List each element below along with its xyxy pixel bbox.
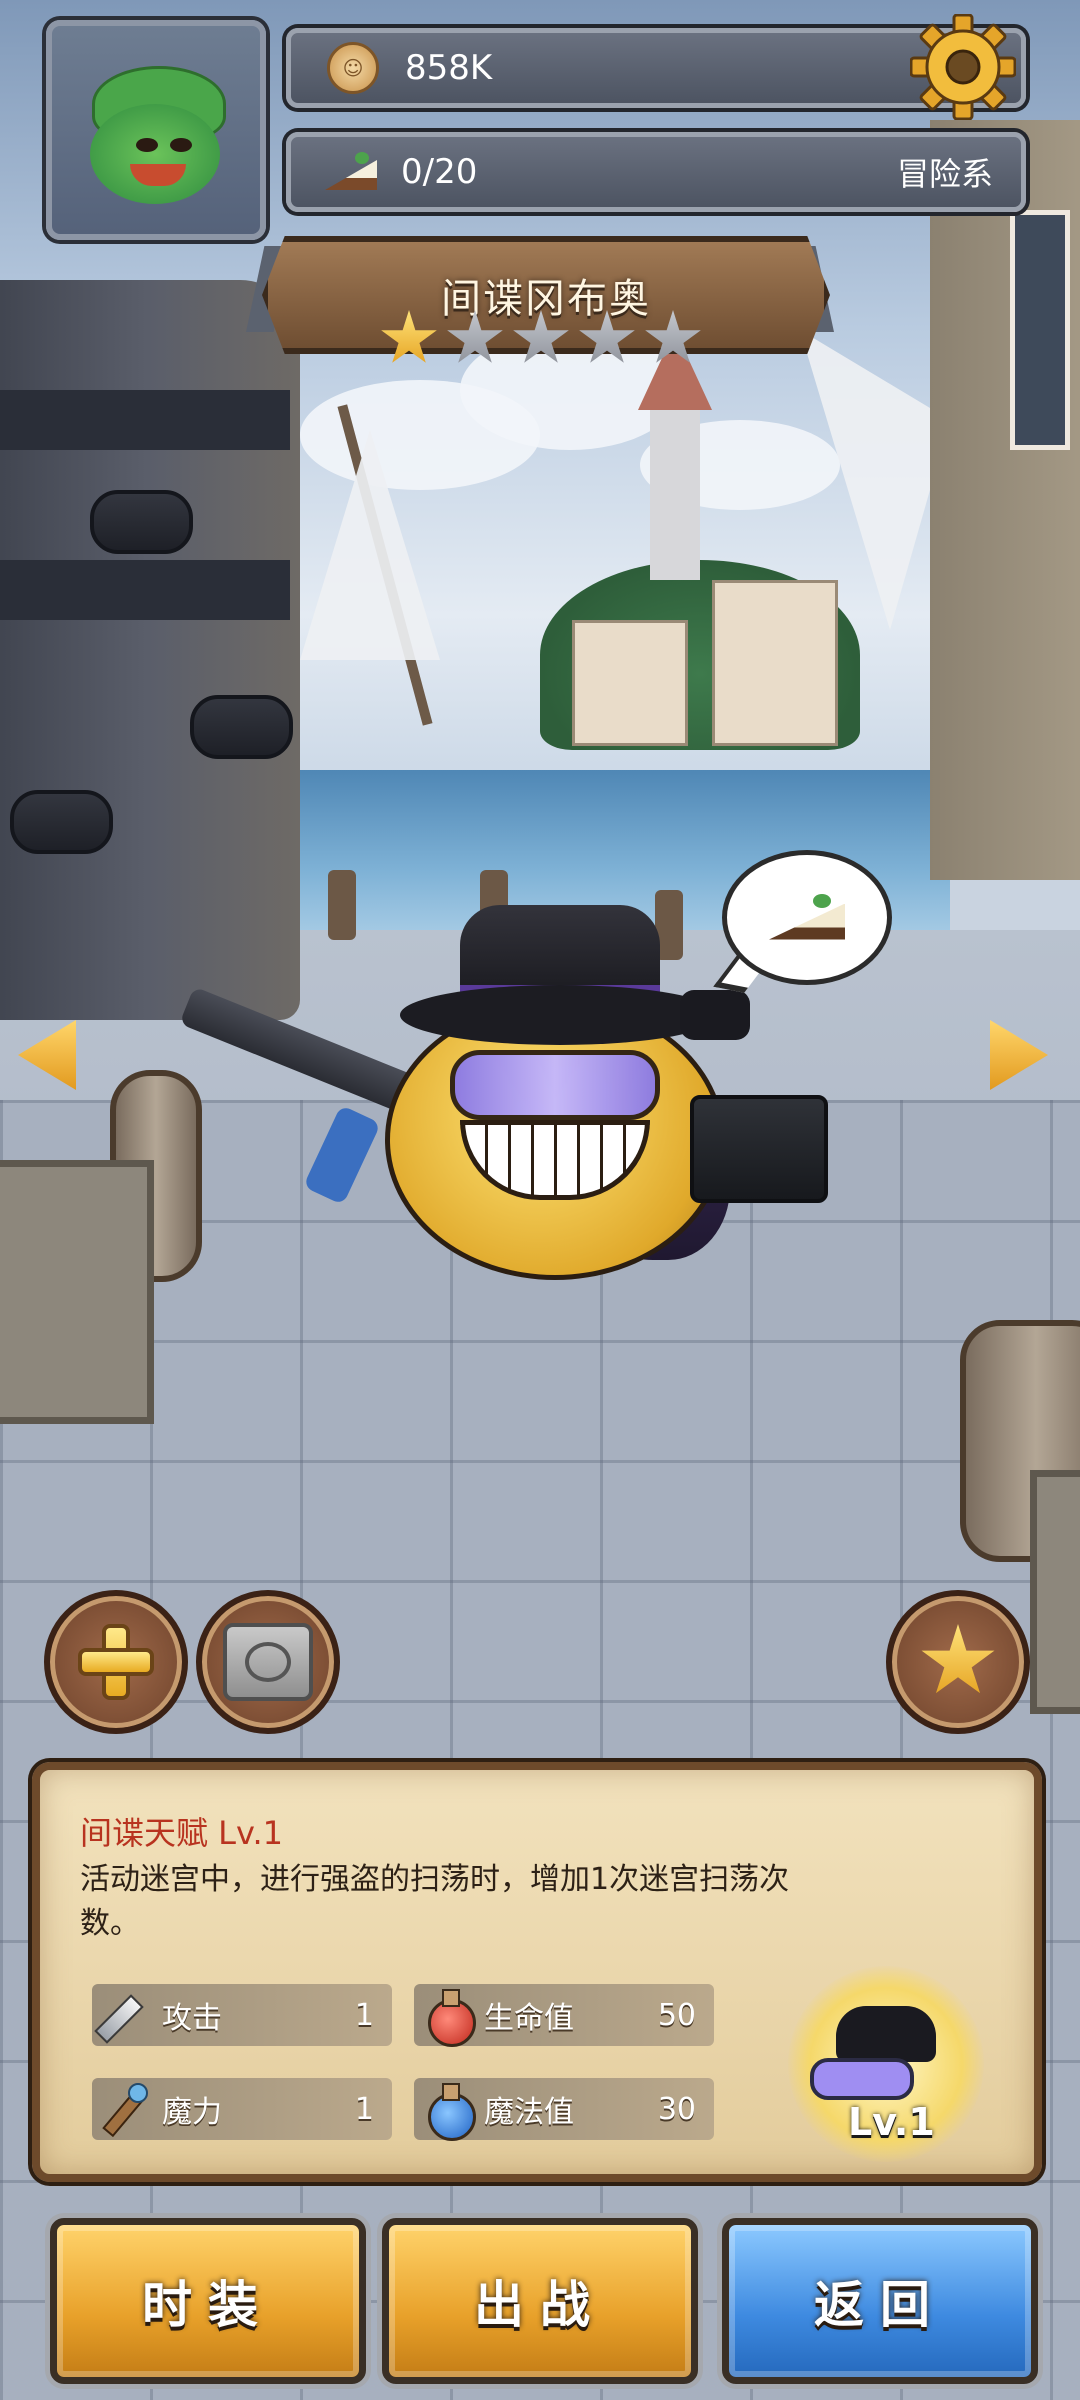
ship-band — [0, 560, 290, 620]
cannon — [190, 695, 293, 759]
goggles — [450, 1050, 660, 1120]
star-empty-icon — [447, 310, 503, 363]
stat-label: 魔力 — [162, 2095, 222, 2130]
talent-description: 活动迷宫中，进行强盗的扫荡时，增加1次迷宫扫荡次数。 — [80, 1862, 790, 1941]
stat-hp: 生命值 50 — [414, 1984, 714, 2047]
star-icon — [921, 1624, 995, 1694]
window — [1010, 210, 1070, 450]
stat-label: 生命值 — [484, 2001, 574, 2036]
tower — [650, 400, 700, 580]
night-vision-device — [680, 990, 750, 1040]
skill-level: Lv.1 — [848, 2100, 935, 2144]
back-button-label: 返回 — [814, 2276, 946, 2334]
coin-icon: ☺ — [327, 42, 379, 94]
stat-value: 30 — [657, 2091, 696, 2127]
stat-value: 1 — [354, 1997, 374, 2033]
costume-button[interactable]: 时装 — [50, 2218, 366, 2384]
cannon — [10, 790, 113, 854]
hat-icon — [836, 2006, 936, 2062]
category-label: 冒险系 — [896, 155, 993, 193]
eye — [170, 138, 192, 152]
briefcase — [690, 1095, 828, 1203]
deploy-button[interactable]: 出战 — [382, 2218, 698, 2384]
star-empty-icon — [645, 310, 701, 363]
stat-value: 1 — [354, 2091, 374, 2127]
crate — [0, 1160, 154, 1424]
cake-icon — [769, 893, 845, 942]
game-screen: ☺ 858K 0/20 冒险系 间谍冈布奥 间谍天赋 Lv.1 活动迷宫中，进行… — [0, 0, 1080, 2400]
stat-label: 魔法值 — [484, 2095, 574, 2130]
stat-attack: 攻击 1 — [92, 1984, 392, 2046]
eye — [136, 138, 158, 152]
mold-icon — [223, 1623, 313, 1701]
sprout-character — [90, 104, 220, 204]
hat-brim — [400, 985, 720, 1045]
talent-skill-icon[interactable]: Lv.1 — [788, 1966, 984, 2162]
gear-icon[interactable] — [910, 14, 1016, 120]
back-button[interactable]: 返回 — [722, 2218, 1038, 2384]
coin-count: 858K — [405, 48, 493, 88]
talent-title: 间谍天赋 Lv.1 — [80, 1814, 283, 1852]
star-button[interactable] — [886, 1590, 1030, 1734]
player-avatar[interactable] — [46, 20, 266, 240]
star-empty-icon — [579, 310, 635, 363]
house — [712, 580, 838, 746]
cake-bar: 0/20 冒险系 — [286, 132, 1026, 212]
plus-icon — [78, 1624, 154, 1700]
goggles-icon — [810, 2058, 914, 2100]
cannon — [90, 490, 193, 554]
crate — [1030, 1470, 1080, 1714]
stat-mp: 魔法值 30 — [414, 2078, 714, 2141]
speech-bubble — [722, 850, 892, 985]
star-rating — [380, 310, 702, 368]
house — [572, 620, 688, 746]
stat-label: 攻击 — [162, 2001, 222, 2036]
sword-icon — [94, 1989, 152, 2044]
cake-count: 0/20 — [401, 152, 478, 192]
deploy-button-label: 出战 — [474, 2276, 606, 2334]
dock-post — [328, 870, 356, 940]
stat-magic-power: 魔力 1 — [92, 2078, 392, 2140]
magic-staff-icon — [100, 2083, 152, 2138]
stat-value: 50 — [657, 1997, 696, 2033]
blue-potion-icon — [422, 2083, 476, 2141]
stone-floor — [0, 1100, 1080, 2400]
star-filled-icon — [381, 310, 437, 363]
cake-icon — [325, 152, 377, 192]
costume-button-label: 时装 — [142, 2276, 274, 2334]
red-potion-icon — [422, 1989, 476, 2047]
add-button[interactable] — [44, 1590, 188, 1734]
ship-band — [0, 390, 290, 450]
star-empty-icon — [513, 310, 569, 363]
mold-button[interactable] — [196, 1590, 340, 1734]
